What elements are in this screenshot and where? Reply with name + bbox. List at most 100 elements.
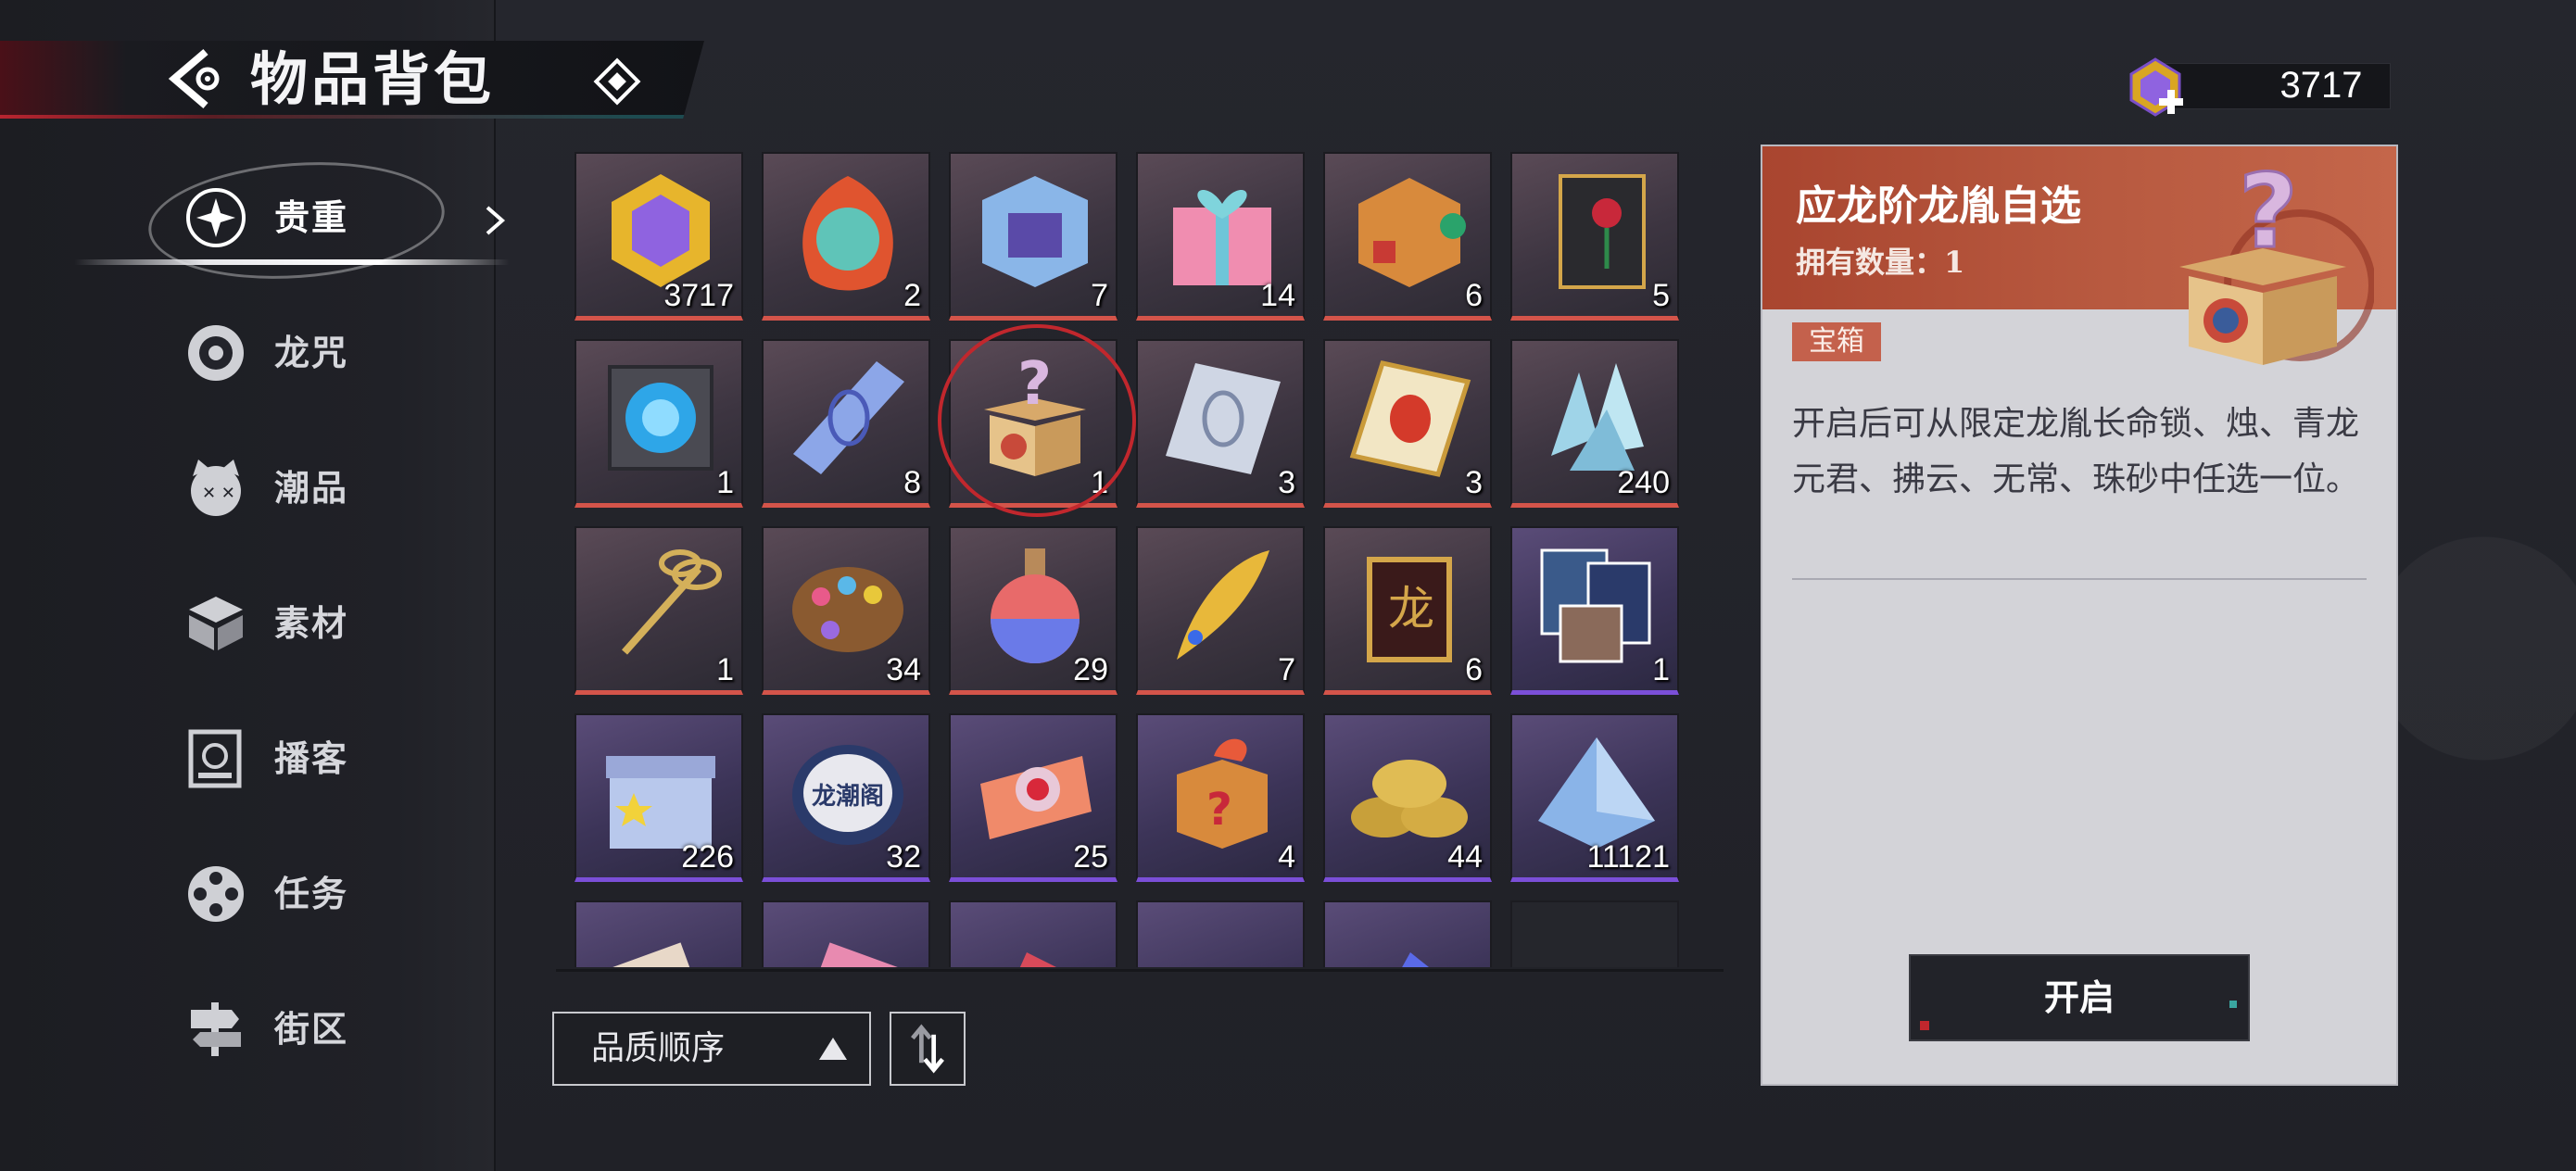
inventory-slot[interactable]: 7: [1136, 526, 1305, 695]
item-count: 5: [1652, 278, 1670, 313]
cat-face-icon: ✕ ✕: [191, 460, 241, 516]
item-count: 14: [1260, 278, 1295, 313]
flame-mask-icon: [802, 176, 893, 291]
surprise-box-icon: ?: [1177, 738, 1268, 849]
inventory-slot[interactable]: 1: [1510, 526, 1679, 695]
inventory-slot[interactable]: [949, 900, 1118, 967]
button-accent: [2229, 1001, 2237, 1008]
open-button[interactable]: 开启: [1909, 954, 2250, 1041]
item-count: 240: [1617, 465, 1670, 500]
inventory-slot[interactable]: 2: [762, 152, 930, 321]
svg-text:龙: 龙: [1388, 582, 1434, 636]
grid-divider: [556, 969, 1724, 972]
item-count: 4: [1278, 839, 1295, 875]
inventory-slot[interactable]: 7: [949, 152, 1118, 321]
inventory-slot[interactable]: [575, 900, 743, 967]
item-count: 7: [1278, 652, 1295, 687]
star-gift-box-icon: [606, 756, 715, 849]
button-accent: [1920, 1021, 1929, 1030]
inventory-slot[interactable]: 29: [949, 526, 1118, 695]
inventory-slot[interactable]: 1: [575, 339, 743, 508]
ticket-stub-icon: [611, 942, 713, 967]
gem-plus-icon[interactable]: [2122, 56, 2189, 122]
item-count: 34: [886, 652, 921, 687]
inventory-slot[interactable]: ? 1: [938, 324, 1136, 517]
orb-cube-icon: [608, 365, 713, 471]
golden-scissors-icon: [622, 549, 722, 655]
item-count: 3: [1465, 465, 1483, 500]
item-count: 8: [903, 465, 921, 500]
sort-dropdown[interactable]: 品质顺序: [552, 1012, 871, 1086]
inventory-slot[interactable]: ? 4: [1136, 713, 1305, 882]
page-title: 物品背包: [250, 45, 496, 113]
gold-coins-icon: [1351, 760, 1468, 837]
item-count: 11121: [1586, 839, 1671, 875]
sidebar-item-district[interactable]: 街区: [176, 978, 491, 1080]
item-count: 1: [1652, 652, 1670, 687]
item-count: 1: [716, 652, 734, 687]
eye-amulet-icon: [1158, 915, 1286, 967]
sidebar-item-label: 播客: [274, 738, 349, 779]
sidebar-item-podcast[interactable]: 播客: [176, 708, 491, 810]
inventory-slot[interactable]: 25: [949, 713, 1118, 882]
inventory-slot[interactable]: 5: [1510, 152, 1679, 321]
gold-plaque-icon: 龙: [1367, 557, 1452, 662]
inventory-slot[interactable]: 龙潮阁 32: [762, 713, 930, 882]
item-type-badge: 宝箱: [1792, 322, 1881, 361]
sidebar-item-tasks[interactable]: 任务: [176, 843, 491, 945]
svg-text:✕ ✕: ✕ ✕: [202, 484, 235, 503]
back-arrow-icon[interactable]: [163, 46, 230, 111]
inventory-slot[interactable]: 8: [762, 339, 930, 508]
inventory-slot[interactable]: 34: [762, 526, 930, 695]
svg-text:?: ?: [1206, 784, 1232, 836]
heart-gift-box-icon: [1173, 189, 1271, 285]
sidebar-item-label: 潮品: [274, 468, 349, 509]
sidebar-item-trend[interactable]: ✕ ✕ 潮品: [176, 437, 491, 539]
inventory-slot[interactable]: 6: [1323, 152, 1492, 321]
potion-bottle-icon: [991, 548, 1080, 663]
inventory-slot[interactable]: 44: [1323, 713, 1492, 882]
inventory-slot[interactable]: 240: [1510, 339, 1679, 508]
sidebar-item-label: 龙咒: [274, 333, 349, 373]
gold-ticket-icon: [1349, 360, 1471, 477]
sidebar-item-dragon-curse[interactable]: 龙咒: [176, 302, 491, 404]
inventory-slot[interactable]: 14: [1136, 152, 1305, 321]
signpost-icon: [191, 1002, 241, 1056]
ice-crystal-icon: [1551, 363, 1644, 471]
sort-order-toggle[interactable]: [890, 1012, 966, 1086]
sidebar-item-valuables[interactable]: 贵重: [176, 167, 491, 269]
sidebar-item-label: 任务: [274, 874, 349, 914]
badge-tin-icon: 龙潮阁: [792, 745, 903, 845]
blue-shard-icon: [1402, 952, 1429, 967]
inventory-slot[interactable]: 11121: [1510, 713, 1679, 882]
inventory-slot[interactable]: [1323, 900, 1492, 967]
mystery-box-icon: ?: [984, 354, 1086, 476]
item-name: 应龙阶龙胤自选: [1796, 183, 2081, 230]
open-button-label: 开启: [2043, 976, 2115, 1018]
item-count: 32: [886, 839, 921, 875]
inventory-slot[interactable]: [762, 900, 930, 967]
detail-divider: [1792, 578, 2367, 580]
item-owned-count: 拥有数量：1: [1796, 245, 1965, 280]
item-count: 3: [1278, 465, 1295, 500]
sort-direction-icon: [911, 1024, 944, 1074]
inventory-slot[interactable]: 3: [1323, 339, 1492, 508]
item-description: 开启后可从限定龙胤长命锁、烛、青龙元君、拂云、无常、珠砂中任选一位。: [1792, 405, 2360, 498]
inventory-slot[interactable]: [1136, 900, 1305, 967]
item-count: 6: [1465, 652, 1483, 687]
inventory-slot[interactable]: 226: [575, 713, 743, 882]
inventory-slot[interactable]: 3: [1136, 339, 1305, 508]
inventory-slot[interactable]: 3717: [575, 152, 743, 321]
diamond-menu-icon[interactable]: [591, 56, 643, 107]
inventory-slot[interactable]: 龙6: [1323, 526, 1492, 695]
puzzle-cube-icon: [1358, 178, 1466, 287]
item-count: 1: [716, 465, 734, 500]
sparkle-star-icon: [186, 188, 246, 247]
item-count: 3717: [663, 278, 734, 313]
sort-label: 品质顺序: [591, 1029, 726, 1067]
currency-display: 3717: [2122, 56, 2400, 117]
sidebar-item-materials[interactable]: 素材: [176, 573, 491, 674]
cube-stack-icon: [189, 597, 243, 650]
podcast-card-icon: [188, 729, 242, 788]
inventory-slot[interactable]: 1: [575, 526, 743, 695]
